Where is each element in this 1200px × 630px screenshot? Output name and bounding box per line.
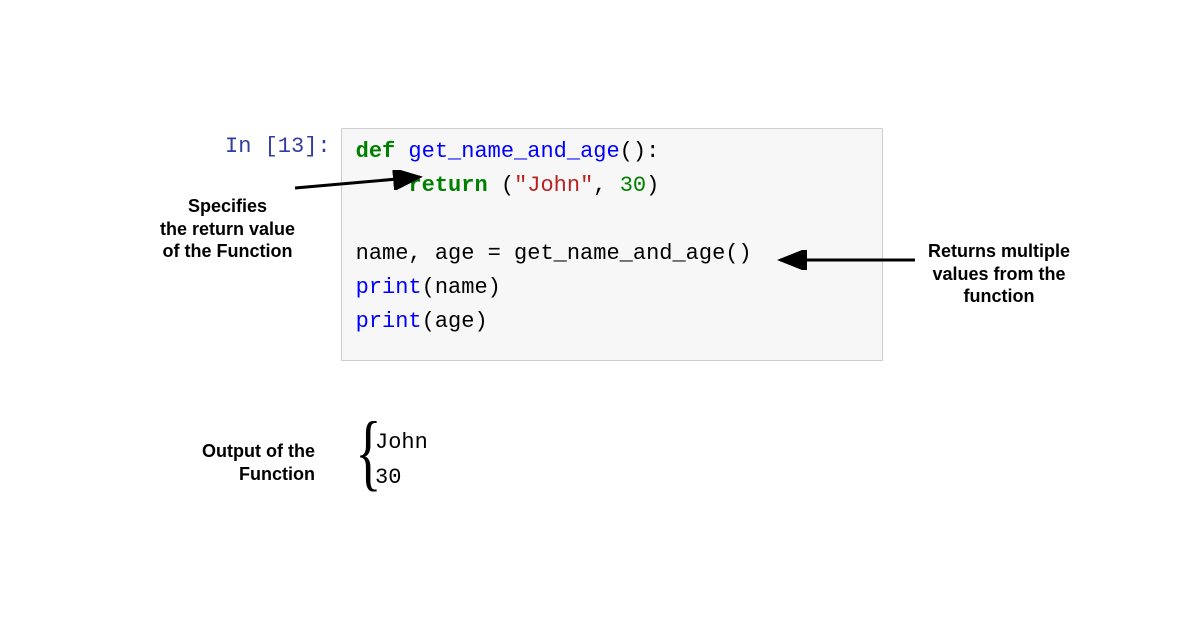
code-line-3: name, age = get_name_and_age() [356, 237, 868, 271]
code-block: def get_name_and_age(): return ("John", … [341, 128, 883, 361]
annotation-output: Output of the Function [202, 440, 315, 485]
comma: , [593, 173, 619, 198]
print-call: print [356, 309, 422, 334]
annotation-return-value: Specifies the return value of the Functi… [160, 195, 295, 263]
keyword-return: return [408, 173, 487, 198]
open-paren: ( [488, 173, 514, 198]
blank-line [356, 203, 868, 237]
curly-brace-icon: { [355, 410, 382, 495]
code-line-4: print(name) [356, 271, 868, 305]
annotation-text: Specifies the return value of the Functi… [160, 196, 295, 261]
code-line-5: print(age) [356, 305, 868, 339]
paren: (): [620, 139, 660, 164]
function-name: get_name_and_age [395, 139, 619, 164]
output-block: John 30 [375, 425, 428, 495]
close-paren: ) [646, 173, 659, 198]
print-arg: (name) [422, 275, 501, 300]
string-literal: "John" [514, 173, 593, 198]
keyword-def: def [356, 139, 396, 164]
input-prompt: In [13]: [225, 128, 341, 165]
annotation-text: Returns multiple values from the functio… [928, 241, 1070, 306]
output-line-1: John [375, 425, 428, 460]
indent [356, 173, 409, 198]
code-line-1: def get_name_and_age(): [356, 135, 868, 169]
print-call: print [356, 275, 422, 300]
number-literal: 30 [620, 173, 646, 198]
output-line-2: 30 [375, 460, 428, 495]
code-cell: In [13]: def get_name_and_age(): return … [225, 128, 883, 361]
code-line-2: return ("John", 30) [356, 169, 868, 203]
print-arg: (age) [422, 309, 488, 334]
annotation-text: Output of the Function [202, 441, 315, 484]
annotation-multiple-values: Returns multiple values from the functio… [928, 240, 1070, 308]
